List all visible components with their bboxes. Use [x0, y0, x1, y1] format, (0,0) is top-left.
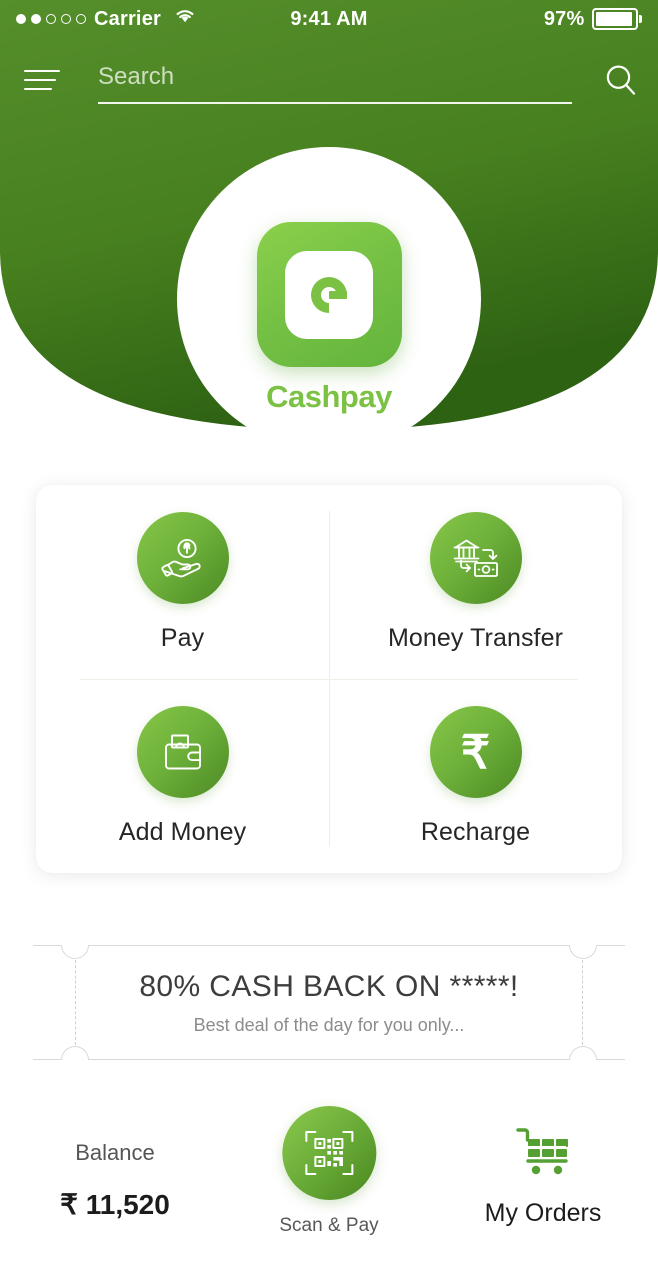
action-label: Pay [160, 623, 205, 652]
scan-and-pay-button[interactable]: Scan & Pay [279, 1106, 379, 1237]
app-name: Cashpay [266, 379, 392, 414]
hamburger-menu-icon[interactable] [0, 58, 62, 102]
my-orders-label: My Orders [484, 1199, 602, 1227]
action-label: Recharge [420, 817, 531, 846]
balance-label: Balance [75, 1140, 155, 1165]
action-money-transfer[interactable]: Money Transfer [329, 485, 622, 679]
header-region: Carrier 9:41 AM 97% Search Cashpay [0, 0, 658, 460]
hand-holding-money-icon [136, 511, 229, 604]
qr-scan-icon [282, 1106, 376, 1200]
action-pay[interactable]: Pay [36, 485, 329, 679]
logo-c-mark [311, 276, 347, 313]
wallet-icon [136, 705, 229, 798]
balance-block: Balance ₹ 11,520 [0, 1140, 230, 1221]
coupon-subtitle: Best deal of the day for you only... [193, 1014, 465, 1035]
scan-pay-label: Scan & Pay [279, 1215, 379, 1236]
rupee-glyph: ₹ [460, 725, 491, 778]
cashback-coupon[interactable]: 80% CASH BACK ON *****! Best deal of the… [33, 945, 625, 1060]
rupee-icon: ₹ [429, 705, 522, 798]
search-underline [98, 102, 572, 104]
shopping-cart-icon [510, 1124, 576, 1185]
cashpay-logo-icon [256, 222, 402, 367]
balance-amount: ₹ 11,520 [60, 1189, 170, 1220]
status-bar-clock: 9:41 AM [290, 7, 368, 30]
bank-transfer-icon [429, 511, 522, 604]
brand-medallion: Cashpay [179, 149, 479, 449]
status-bar: Carrier 9:41 AM 97% [0, 0, 658, 38]
action-label: Add Money [118, 817, 247, 846]
search-toolbar [0, 52, 658, 108]
my-orders-button[interactable]: My Orders [428, 1124, 658, 1228]
coupon-body: 80% CASH BACK ON *****! Best deal of the… [33, 945, 625, 1060]
action-label: Money Transfer [387, 623, 564, 652]
bottom-bar: Balance ₹ 11,520 Scan & Pay My Orders [0, 1100, 658, 1250]
coupon-title: 80% CASH BACK ON *****! [139, 969, 519, 1003]
search-field-wrapper [98, 58, 572, 104]
action-add-money[interactable]: Add Money [36, 679, 329, 873]
quick-actions-card: Pay Money Transfer Add Money ₹ Recharge [36, 485, 622, 873]
search-icon[interactable] [590, 56, 652, 104]
logo-inner-square [285, 250, 373, 339]
search-input[interactable] [98, 63, 572, 97]
action-recharge[interactable]: ₹ Recharge [329, 679, 622, 873]
